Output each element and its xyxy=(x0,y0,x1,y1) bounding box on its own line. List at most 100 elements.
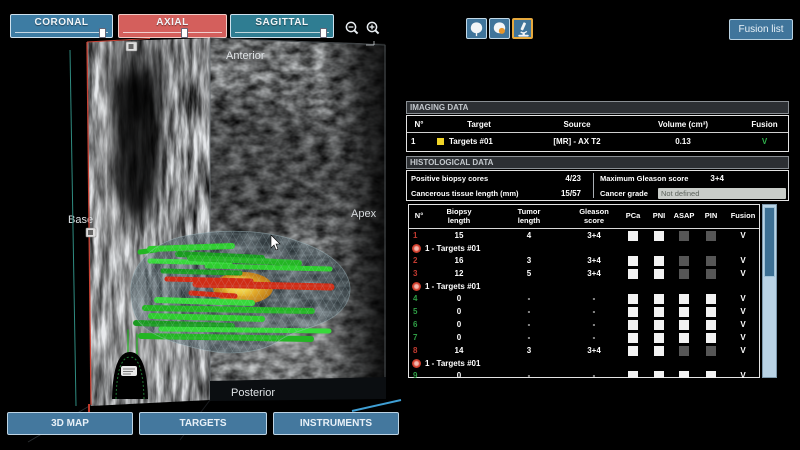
imaging-header-cell: Volume (cm³) xyxy=(657,119,709,129)
checkbox[interactable] xyxy=(679,332,689,343)
biopsy-table-header: N° Biopsy length Tumor length Gleason score… xyxy=(409,205,759,229)
checkbox[interactable] xyxy=(628,268,638,279)
probe-tag-icon xyxy=(121,366,137,376)
biopsy-table-row[interactable]: 6 0 - - V xyxy=(409,318,759,331)
base-lock-icon[interactable] xyxy=(85,227,97,238)
checkbox[interactable] xyxy=(628,306,638,317)
checkbox[interactable] xyxy=(628,370,638,378)
biopsy-table-row[interactable]: 7 0 - - V xyxy=(409,331,759,344)
checkbox[interactable] xyxy=(654,370,664,378)
checkbox[interactable] xyxy=(628,345,638,356)
checkbox[interactable] xyxy=(706,268,716,279)
fusion-check: V xyxy=(740,231,746,240)
checkbox[interactable] xyxy=(654,268,664,279)
biopsy-table: N° Biopsy length Tumor length Gleason score… xyxy=(408,204,760,378)
application-window: CORONAL AXIAL SAGITTAL Fusion list Base … xyxy=(0,0,800,450)
checkbox[interactable] xyxy=(654,293,664,304)
checkbox[interactable] xyxy=(654,332,664,343)
prostate-map-button[interactable] xyxy=(466,18,487,39)
imaging-header-cell: Target xyxy=(467,119,491,129)
biopsy-table-row[interactable]: 5 0 - - V xyxy=(409,305,759,318)
prostate-target-button[interactable] xyxy=(489,18,510,39)
imaging-header-cell: Fusion xyxy=(751,119,778,129)
target-group-label: 1 - Targets #01 xyxy=(425,243,481,253)
checkbox[interactable] xyxy=(628,293,638,304)
biopsy-table-row[interactable]: 9 0 - - V xyxy=(409,369,759,378)
checkbox[interactable] xyxy=(628,230,638,241)
fusion-list-button[interactable]: Fusion list xyxy=(729,19,793,40)
tumor-length: 4 xyxy=(526,231,532,240)
cancer-grade-input[interactable]: Not defined xyxy=(658,187,786,199)
checkbox[interactable] xyxy=(654,255,664,266)
checkbox[interactable] xyxy=(679,370,689,378)
checkbox[interactable] xyxy=(706,370,716,378)
red-target-dot-icon xyxy=(412,358,421,368)
core-number: 4 xyxy=(413,294,418,303)
biopsy-length: 12 xyxy=(454,269,464,278)
target-group-row: 1 - Targets #01 xyxy=(409,357,759,369)
biopsy-table-row[interactable]: 3 12 5 3+4 V xyxy=(409,267,759,280)
checkbox[interactable] xyxy=(628,319,638,330)
gleason-score-label: Maximum Gleason score xyxy=(600,173,689,183)
gleason-score: 3+4 xyxy=(587,256,601,265)
checkbox[interactable] xyxy=(679,230,689,241)
fusion-check: V xyxy=(740,371,746,378)
imaging-table-row[interactable]: 1 Targets #01 [MR] - AX T2 0.13 V xyxy=(407,133,788,150)
tissue-length-value: 15/57 xyxy=(560,188,581,198)
checkbox[interactable] xyxy=(654,306,664,317)
checkbox[interactable] xyxy=(628,332,638,343)
checkbox[interactable] xyxy=(679,293,689,304)
red-tick xyxy=(88,404,90,412)
tumor-length: - xyxy=(527,320,531,329)
checkbox[interactable] xyxy=(679,268,689,279)
checkbox[interactable] xyxy=(706,293,716,304)
bottom-button-targets[interactable]: TARGETS xyxy=(139,412,267,435)
biopsy-table-row[interactable]: 2 16 3 3+4 V xyxy=(409,254,759,267)
checkbox[interactable] xyxy=(654,230,664,241)
checkbox[interactable] xyxy=(679,319,689,330)
biopsy-table-row[interactable]: 1 15 4 3+4 V xyxy=(409,229,759,242)
checkbox[interactable] xyxy=(628,255,638,266)
checkbox[interactable] xyxy=(706,230,716,241)
checkbox[interactable] xyxy=(706,332,716,343)
tumor-length: 3 xyxy=(526,256,532,265)
bottom-button-instruments[interactable]: INSTRUMENTS xyxy=(273,412,399,435)
microscope-button[interactable] xyxy=(512,18,533,39)
bottom-button-3d-map[interactable]: 3D MAP xyxy=(7,412,133,435)
tumor-length: - xyxy=(527,333,531,342)
biopsy-length: 14 xyxy=(454,346,464,355)
core-number: 8 xyxy=(413,346,418,355)
target-group-label: 1 - Targets #01 xyxy=(425,281,481,291)
checkbox[interactable] xyxy=(679,345,689,356)
scrollbar-thumb[interactable] xyxy=(764,207,775,277)
gleason-score: - xyxy=(592,294,596,303)
prostate-map-icon xyxy=(470,22,483,37)
microscope-icon xyxy=(518,22,529,37)
checkbox[interactable] xyxy=(706,345,716,356)
checkbox[interactable] xyxy=(654,345,664,356)
checkbox[interactable] xyxy=(679,255,689,266)
biopsy-table-row[interactable]: 4 0 - - V xyxy=(409,292,759,305)
slice-lock-icon[interactable] xyxy=(125,41,138,52)
core-number: 7 xyxy=(413,333,418,342)
biopsy-table-row[interactable]: 8 14 3 3+4 V xyxy=(409,344,759,357)
checkbox[interactable] xyxy=(679,306,689,317)
biopsy-header-cell: Biopsy length xyxy=(446,206,472,225)
biopsy-header-cell: Fusion xyxy=(730,211,756,221)
checkbox[interactable] xyxy=(706,319,716,330)
checkbox[interactable] xyxy=(706,255,716,266)
checkbox[interactable] xyxy=(706,306,716,317)
apex-label: Apex xyxy=(351,208,377,220)
fusion-check: V xyxy=(740,256,746,265)
positive-cores-label: Positive biopsy cores xyxy=(411,173,489,183)
biopsy-table-scrollbar[interactable] xyxy=(762,204,777,378)
target-color-swatch xyxy=(437,138,444,145)
imaging-header-cell: N° xyxy=(414,119,424,129)
checkbox[interactable] xyxy=(654,319,664,330)
scene-right-gap xyxy=(386,36,405,408)
biopsy-header-cell: N° xyxy=(414,211,424,221)
biopsy-length: 16 xyxy=(454,256,464,265)
core-number: 2 xyxy=(413,256,418,265)
3d-viewport[interactable]: Base Anterior Posterior Apex xyxy=(0,0,405,450)
target-group-row: 1 - Targets #01 xyxy=(409,242,759,254)
